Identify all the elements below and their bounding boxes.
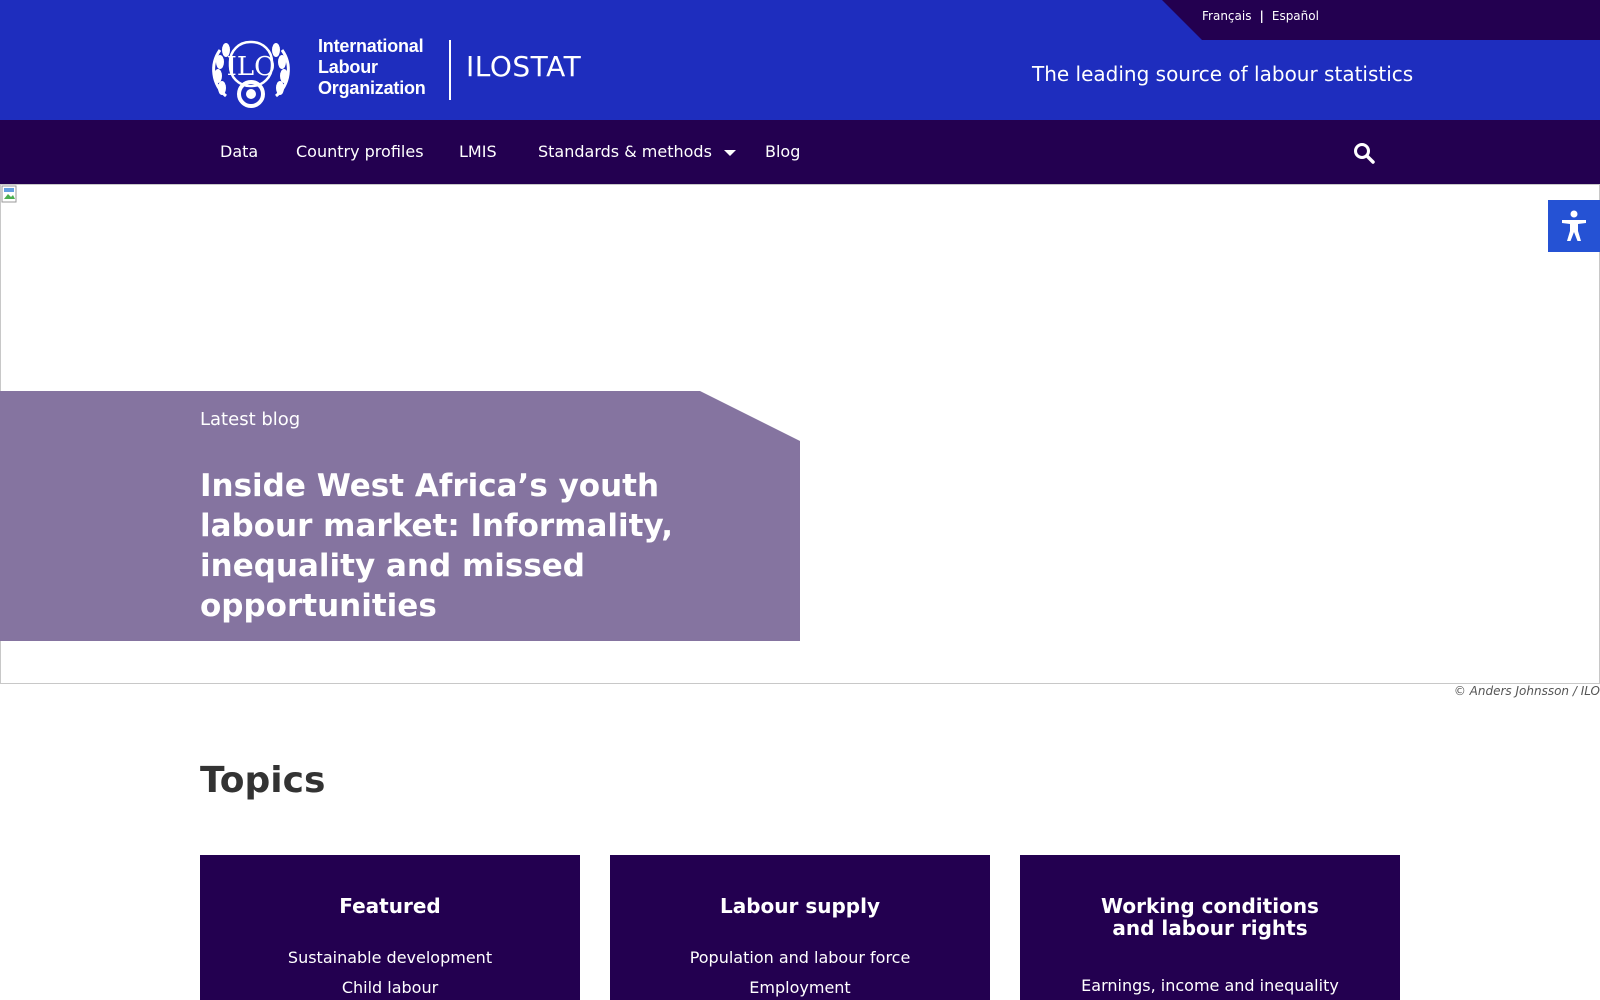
language-switcher: Français | Español bbox=[1202, 9, 1319, 23]
topic-link-population-labour-force[interactable]: Population and labour force bbox=[610, 943, 990, 973]
nav-item-standards-label: Standards & methods bbox=[538, 142, 712, 161]
photo-credit: © Anders Johnsson / ILO bbox=[1453, 684, 1600, 698]
nav-item-country-profiles[interactable]: Country profiles bbox=[296, 142, 424, 161]
topic-card-title[interactable]: Featured bbox=[200, 855, 580, 917]
site-tagline: The leading source of labour statistics bbox=[1032, 62, 1414, 86]
topics-heading: Topics bbox=[200, 760, 326, 801]
broken-image-icon bbox=[1, 185, 17, 203]
svg-text:ILO: ILO bbox=[227, 52, 276, 82]
ilo-logo-text[interactable]: International Labour Organization bbox=[318, 36, 426, 99]
topic-link-child-labour[interactable]: Child labour bbox=[200, 973, 580, 1000]
ilo-emblem-icon[interactable]: ILO bbox=[208, 28, 294, 110]
topic-card-working-conditions: Working conditions and labour rights Ear… bbox=[1020, 855, 1400, 1000]
caret-down-icon bbox=[723, 149, 736, 156]
search-icon[interactable] bbox=[1352, 141, 1376, 165]
nav-item-standards-methods[interactable]: Standards & methods bbox=[538, 142, 736, 161]
accessibility-icon bbox=[1562, 210, 1586, 241]
topic-card-title-line: and labour rights bbox=[1112, 916, 1308, 940]
topic-card-title[interactable]: Labour supply bbox=[610, 855, 990, 917]
topic-card-title-line: Working conditions bbox=[1101, 894, 1319, 918]
topic-link-sustainable-development[interactable]: Sustainable development bbox=[200, 943, 580, 973]
accessibility-button[interactable] bbox=[1548, 200, 1600, 252]
site-brand[interactable]: ILOSTAT bbox=[466, 50, 581, 83]
topic-card-labour-supply: Labour supply Population and labour forc… bbox=[610, 855, 990, 1000]
nav-item-data[interactable]: Data bbox=[220, 142, 258, 161]
topic-card-title[interactable]: Working conditions and labour rights bbox=[1020, 855, 1400, 939]
nav-item-lmis[interactable]: LMIS bbox=[459, 142, 497, 161]
language-link-spanish[interactable]: Español bbox=[1272, 9, 1319, 23]
topic-link-earnings-income-inequality[interactable]: Earnings, income and inequality bbox=[1020, 971, 1400, 1000]
topic-card-featured: Featured Sustainable development Child l… bbox=[200, 855, 580, 1000]
latest-blog-label: Latest blog bbox=[200, 409, 301, 430]
latest-blog-title-link[interactable]: Inside West Africa’s youth labour market… bbox=[200, 466, 740, 626]
language-separator: | bbox=[1259, 9, 1264, 23]
topic-link-employment[interactable]: Employment bbox=[610, 973, 990, 1000]
logo-divider bbox=[449, 40, 451, 100]
nav-item-blog[interactable]: Blog bbox=[765, 142, 800, 161]
language-link-french[interactable]: Français bbox=[1202, 9, 1251, 23]
